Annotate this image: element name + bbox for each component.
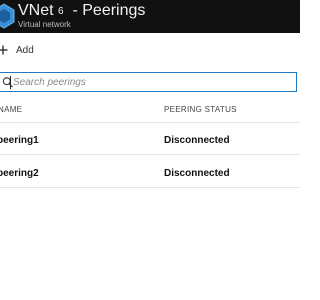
peerings-blade: VNet 6 - Peerings Virtual network Add NA… [0, 0, 300, 300]
peering-name: peering2 [0, 168, 39, 179]
column-header-name[interactable]: NAME [0, 105, 22, 114]
peering-status: Disconnected [164, 168, 230, 179]
peering-name: peering1 [0, 135, 39, 146]
command-bar: Add [0, 34, 300, 64]
peering-status: Disconnected [164, 135, 230, 146]
title-suffix: - Peerings [63, 2, 146, 19]
blade-title: VNet 6 - Peerings [18, 1, 145, 22]
text-cursor [10, 76, 11, 89]
blade-header: VNet 6 - Peerings Virtual network [0, 0, 300, 33]
column-header-peering-status[interactable]: PEERING STATUS [164, 105, 237, 114]
row-divider [0, 187, 300, 188]
title-prefix: VNet [18, 2, 54, 19]
search-input[interactable] [13, 75, 291, 89]
add-button[interactable]: Add [0, 43, 34, 57]
row-divider [0, 154, 300, 155]
table-row[interactable]: peering1 Disconnected [0, 123, 300, 155]
add-button-label: Add [16, 44, 34, 56]
plus-icon [0, 45, 8, 55]
blade-subtitle: Virtual network [18, 20, 71, 29]
table-row[interactable]: peering2 Disconnected [0, 156, 300, 188]
virtual-network-icon [0, 3, 15, 29]
search-box[interactable] [0, 72, 297, 92]
